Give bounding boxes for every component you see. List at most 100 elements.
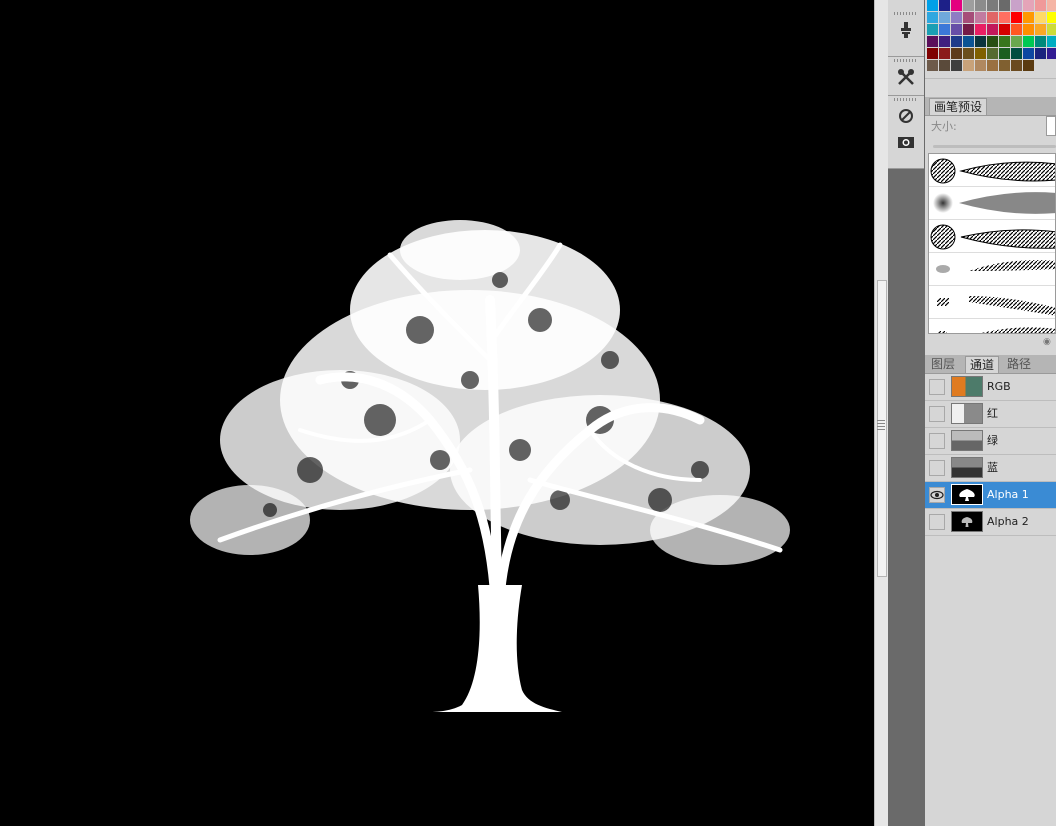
camera-panel-button[interactable] [894,131,918,153]
color-swatch[interactable] [999,12,1010,23]
color-swatch[interactable] [963,36,974,47]
color-swatch[interactable] [939,36,950,47]
tool-group-2 [888,57,924,96]
brush-preset-item[interactable] [929,154,1055,187]
color-swatch[interactable] [1011,48,1022,59]
visibility-toggle[interactable] [929,460,945,476]
color-swatch[interactable] [939,24,950,35]
brush-preset-item[interactable] [929,286,1055,319]
channel-row-red[interactable]: 红 [925,401,1056,428]
color-swatch[interactable] [963,48,974,59]
channel-row-green[interactable]: 绿 [925,428,1056,455]
color-swatch[interactable] [1023,48,1034,59]
drag-handle-icon[interactable] [894,59,918,62]
channel-thumbnail [951,376,983,397]
brush-panel-options-icon[interactable]: ◉ [1043,337,1051,347]
channel-row-alpha-2[interactable]: Alpha 2 [925,509,1056,536]
visibility-toggle[interactable] [929,406,945,422]
color-swatch[interactable] [1011,36,1022,47]
tool-presets-button[interactable] [894,66,918,88]
color-swatch[interactable] [987,60,998,71]
color-swatch[interactable] [927,12,938,23]
color-swatch[interactable] [1035,24,1046,35]
brush-preset-item[interactable] [929,253,1055,286]
color-swatch[interactable] [927,0,938,11]
clone-source-button[interactable] [894,19,918,41]
color-swatch[interactable] [1011,12,1022,23]
color-swatch[interactable] [951,36,962,47]
tab-brush-presets[interactable]: 画笔预设 [929,98,988,115]
color-swatch[interactable] [939,12,950,23]
brush-preset-item[interactable] [929,187,1055,220]
color-swatch[interactable] [1047,12,1056,23]
color-swatch[interactable] [963,60,974,71]
drag-handle-icon[interactable] [894,98,918,101]
document-canvas[interactable] [0,0,874,826]
brush-preset-item[interactable] [929,319,1055,333]
color-swatch[interactable] [1035,48,1046,59]
visibility-toggle[interactable] [929,514,945,530]
color-swatch[interactable] [999,0,1010,11]
brush-size-slider[interactable] [933,145,1056,148]
color-swatch[interactable] [1035,12,1046,23]
color-swatch[interactable] [1047,0,1056,11]
channel-row-blue[interactable]: 蓝 [925,455,1056,482]
color-swatch[interactable] [939,0,950,11]
color-swatch[interactable] [975,60,986,71]
color-swatch[interactable] [927,60,938,71]
color-swatch[interactable] [987,0,998,11]
color-swatch[interactable] [1011,60,1022,71]
color-swatch[interactable] [939,60,950,71]
color-swatch[interactable] [987,12,998,23]
brush-size-field[interactable] [1046,116,1056,136]
color-swatch[interactable] [951,48,962,59]
color-swatch[interactable] [1023,0,1034,11]
color-swatch[interactable] [987,36,998,47]
color-swatch[interactable] [987,24,998,35]
color-swatch[interactable] [999,60,1010,71]
color-swatch[interactable] [1011,0,1022,11]
color-swatch[interactable] [975,36,986,47]
color-swatch[interactable] [1035,36,1046,47]
color-swatch[interactable] [1047,36,1056,47]
color-swatch[interactable] [951,12,962,23]
color-swatch[interactable] [1023,60,1034,71]
color-swatch[interactable] [999,24,1010,35]
brush-panel-button[interactable] [894,105,918,127]
color-swatch[interactable] [927,36,938,47]
color-swatch[interactable] [1035,0,1046,11]
color-swatch[interactable] [975,12,986,23]
color-swatch[interactable] [963,12,974,23]
color-swatch[interactable] [927,24,938,35]
color-swatch[interactable] [987,48,998,59]
color-swatch[interactable] [1023,12,1034,23]
color-swatch[interactable] [975,0,986,11]
color-swatch[interactable] [1023,24,1034,35]
color-swatch[interactable] [999,36,1010,47]
tab-paths[interactable]: 路径 [1003,356,1035,372]
visibility-toggle[interactable] [929,487,945,503]
color-swatch[interactable] [927,48,938,59]
color-swatch[interactable] [999,48,1010,59]
channel-row-rgb[interactable]: RGB [925,374,1056,401]
visibility-toggle[interactable] [929,433,945,449]
tab-layers[interactable]: 图层 [927,356,959,372]
drag-handle-icon[interactable] [894,12,918,15]
brush-preset-item[interactable] [929,220,1055,253]
color-swatch[interactable] [951,24,962,35]
color-swatch[interactable] [963,24,974,35]
canvas-vertical-scrollbar[interactable] [874,0,888,826]
color-swatch[interactable] [951,60,962,71]
color-swatch[interactable] [963,0,974,11]
color-swatch[interactable] [975,48,986,59]
tab-channels[interactable]: 通道 [965,356,1000,373]
color-swatch[interactable] [1047,48,1056,59]
color-swatch[interactable] [939,48,950,59]
visibility-toggle[interactable] [929,379,945,395]
color-swatch[interactable] [1023,36,1034,47]
color-swatch[interactable] [975,24,986,35]
color-swatch[interactable] [1047,24,1056,35]
color-swatch[interactable] [951,0,962,11]
color-swatch[interactable] [1011,24,1022,35]
channel-row-alpha-1[interactable]: Alpha 1 [925,482,1056,509]
